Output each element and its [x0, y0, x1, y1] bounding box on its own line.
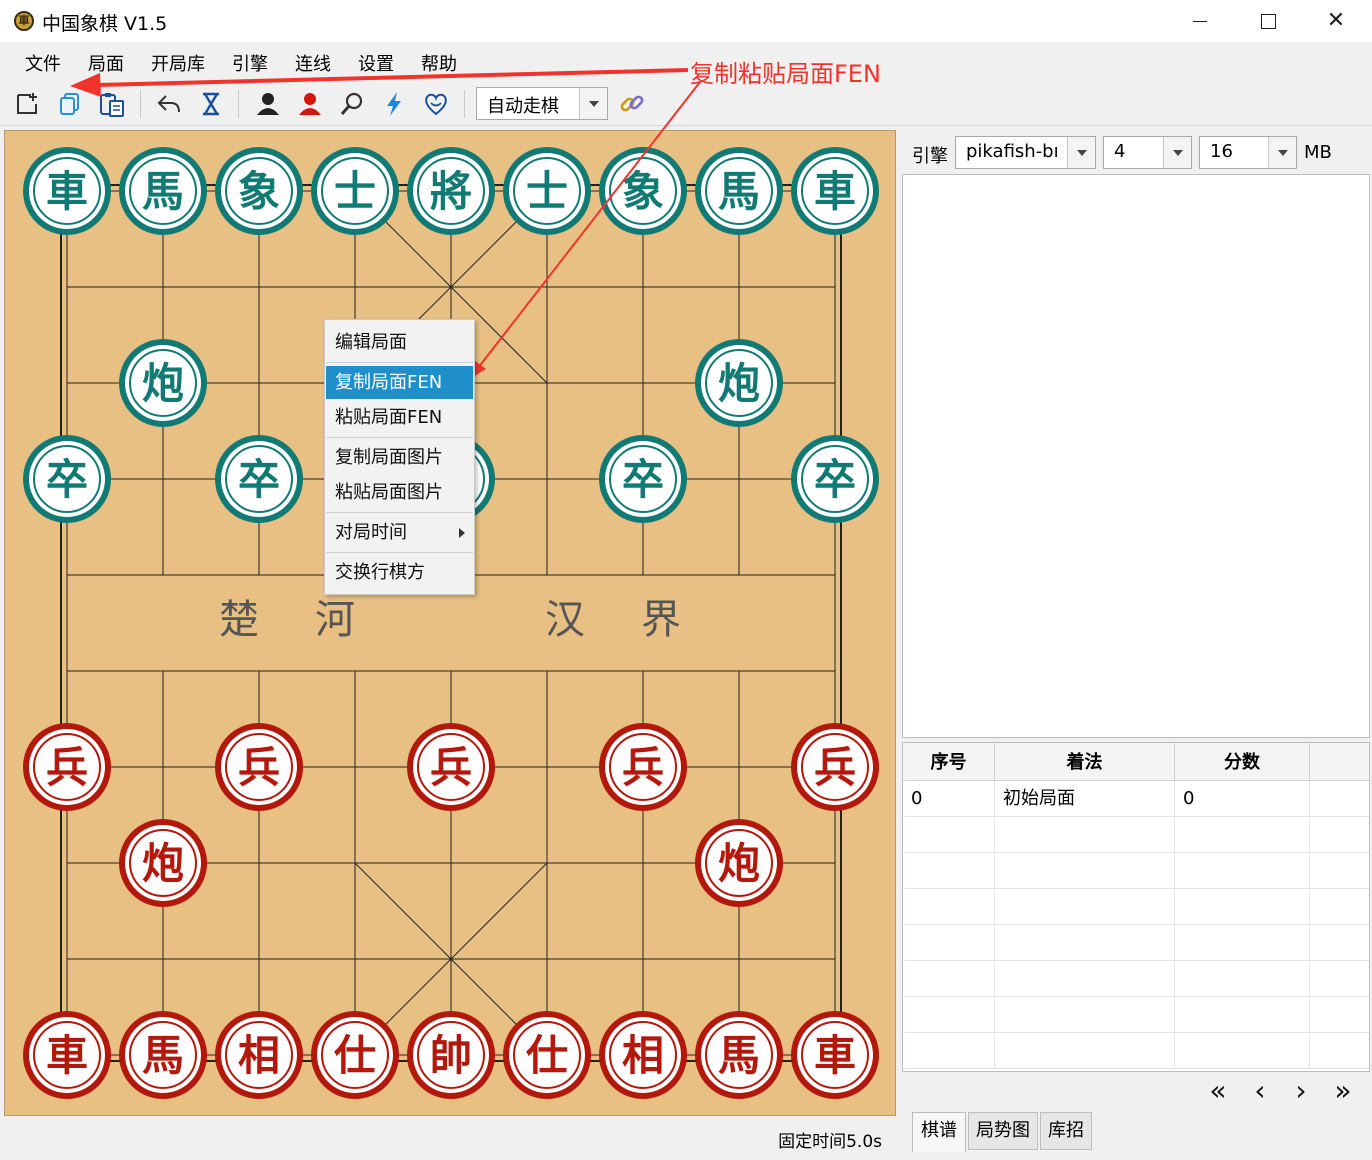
menu-item-game-time[interactable]: 对局时间 [326, 516, 473, 549]
engine-label: 引擎 [912, 146, 948, 167]
table-row-empty [903, 889, 1369, 925]
hash-select-value: 16 [1210, 141, 1233, 162]
menu-separator [326, 552, 473, 553]
menu-item-edit-position[interactable]: 编辑局面 [326, 326, 473, 359]
last-move-button[interactable]: » [1325, 1076, 1361, 1108]
menu-item-copy-fen[interactable]: 复制局面FEN [326, 366, 473, 399]
chevron-down-icon[interactable] [1163, 137, 1191, 168]
menu-item-paste-image[interactable]: 粘贴局面图片 [326, 476, 473, 509]
threads-select[interactable]: 4 [1103, 136, 1192, 169]
tab-trend-chart[interactable]: 局势图 [968, 1112, 1038, 1150]
menu-item-swap-side[interactable]: 交换行棋方 [326, 556, 473, 589]
menu-item-paste-fen[interactable]: 粘贴局面FEN [326, 401, 473, 434]
table-row-empty [903, 853, 1369, 889]
engine-output-panel[interactable] [902, 174, 1370, 738]
table-row-empty [903, 997, 1369, 1033]
move-list-table[interactable]: 序号 着法 分数 0 初始局面 0 [902, 742, 1370, 1072]
first-move-button[interactable]: « [1200, 1076, 1236, 1108]
cell-move: 初始局面 [995, 781, 1175, 817]
bottom-tabs: 棋谱 局势图 库招 [902, 1112, 1370, 1158]
cell-score: 0 [1175, 781, 1310, 817]
tab-game-record[interactable]: 棋谱 [912, 1112, 966, 1152]
engine-select-value: pikafish-bı [966, 141, 1059, 162]
table-row-empty [903, 817, 1369, 853]
status-text: 固定时间5.0s [778, 1132, 882, 1152]
table-row-empty [903, 1033, 1369, 1069]
threads-select-value: 4 [1114, 141, 1126, 162]
menu-separator [326, 437, 473, 438]
column-header-score[interactable]: 分数 [1175, 743, 1310, 781]
tab-book-moves[interactable]: 库招 [1040, 1112, 1092, 1150]
menu-separator [326, 362, 473, 363]
cell-index: 0 [903, 781, 995, 817]
engine-select[interactable]: pikafish-bı [955, 136, 1096, 169]
table-row[interactable]: 0 初始局面 0 [903, 781, 1369, 817]
column-header-index[interactable]: 序号 [903, 743, 995, 781]
prev-move-button[interactable]: ‹ [1242, 1076, 1278, 1108]
annotation-label: 复制粘贴局面FEN [690, 60, 881, 88]
table-header: 序号 着法 分数 [903, 743, 1369, 781]
hash-unit-label: MB [1304, 142, 1332, 163]
hash-select[interactable]: 16 [1199, 136, 1297, 169]
chevron-down-icon[interactable] [1268, 137, 1296, 168]
chevron-down-icon[interactable] [1067, 137, 1095, 168]
table-row-empty [903, 925, 1369, 961]
table-row-empty [903, 961, 1369, 997]
next-move-button[interactable]: › [1283, 1076, 1319, 1108]
menu-item-game-time-label: 对局时间 [335, 522, 407, 543]
column-header-move[interactable]: 着法 [995, 743, 1175, 781]
menu-separator [326, 512, 473, 513]
context-menu: 编辑局面 复制局面FEN 粘贴局面FEN 复制局面图片 粘贴局面图片 对局时间 … [324, 319, 475, 595]
menu-item-copy-image[interactable]: 复制局面图片 [326, 441, 473, 474]
status-bar: 固定时间5.0s [4, 1118, 896, 1158]
submenu-arrow-icon [459, 528, 465, 538]
